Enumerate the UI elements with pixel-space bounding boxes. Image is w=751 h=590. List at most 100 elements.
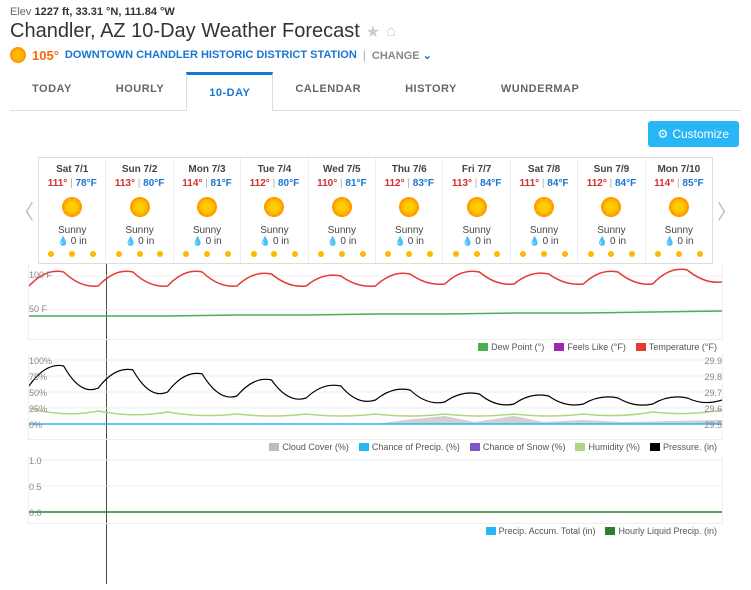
legend-item: Temperature (°F) xyxy=(636,342,717,352)
ytick: 0.0 xyxy=(29,508,42,518)
day-precip: 💧0 in xyxy=(648,236,710,247)
sun-icon xyxy=(395,193,423,221)
forecast-day[interactable]: Tue 7/4 112° | 80°F Sunny 💧0 in xyxy=(241,158,308,263)
sun-icon xyxy=(530,193,558,221)
customize-button[interactable]: ⚙ Customize xyxy=(648,121,739,147)
tab-today[interactable]: TODAY xyxy=(10,71,94,110)
ytick: 0% xyxy=(29,420,42,430)
raindrop-icon: 💧 xyxy=(260,236,271,247)
day-condition: Sunny xyxy=(513,225,575,236)
ytick: 100 F xyxy=(29,270,52,280)
tab-10day[interactable]: 10-DAY xyxy=(186,72,273,111)
forecast-day-row: Sat 7/1 111° | 78°F Sunny 💧0 in Sun 7/2 … xyxy=(38,157,713,264)
tab-hourly[interactable]: HOURLY xyxy=(94,71,186,110)
ytick: 29.9 xyxy=(704,356,722,366)
day-condition: Sunny xyxy=(176,225,238,236)
favorite-star-icon[interactable]: ★ xyxy=(366,22,380,42)
raindrop-icon: 💧 xyxy=(395,236,406,247)
sun-icon xyxy=(10,47,26,63)
day-condition: Sunny xyxy=(41,225,103,236)
day-temps: 113° | 80°F xyxy=(108,175,170,189)
day-temps: 111° | 78°F xyxy=(41,175,103,189)
legend-item: Chance of Snow (%) xyxy=(470,442,566,452)
sun-icon xyxy=(193,193,221,221)
home-icon[interactable]: ⌂ xyxy=(386,23,396,41)
current-temp: 105° xyxy=(32,48,59,63)
forecast-day[interactable]: Sun 7/9 112° | 84°F Sunny 💧0 in xyxy=(578,158,645,263)
hourly-dots xyxy=(176,251,238,257)
day-temps: 111° | 84°F xyxy=(513,175,575,189)
chart-humidity-pressure: 100% 75% 50% 25% 0% 29.9 29.8 29.7 29.6 … xyxy=(28,354,723,440)
legend-item: Cloud Cover (%) xyxy=(269,442,349,452)
forecast-day[interactable]: Sun 7/2 113° | 80°F Sunny 💧0 in xyxy=(106,158,173,263)
day-precip: 💧0 in xyxy=(445,236,507,247)
hourly-dots xyxy=(108,251,170,257)
hourly-dots xyxy=(580,251,642,257)
gear-icon: ⚙ xyxy=(658,127,669,141)
day-condition: Sunny xyxy=(445,225,507,236)
day-temps: 113° | 84°F xyxy=(445,175,507,189)
sun-icon xyxy=(58,193,86,221)
hourly-dots xyxy=(41,251,103,257)
station-link[interactable]: DOWNTOWN CHANDLER HISTORIC DISTRICT STAT… xyxy=(65,49,357,61)
hourly-dots xyxy=(648,251,710,257)
ytick: 0.5 xyxy=(29,482,42,492)
day-name: Sat 7/8 xyxy=(513,164,575,175)
day-precip: 💧0 in xyxy=(108,236,170,247)
ytick: 25% xyxy=(29,404,47,414)
raindrop-icon: 💧 xyxy=(327,236,338,247)
day-precip: 💧0 in xyxy=(243,236,305,247)
chart-temperature: 100 F 50 F xyxy=(28,264,723,340)
scroll-left-arrow[interactable]: 〈 xyxy=(10,196,38,225)
forecast-day[interactable]: Thu 7/6 112° | 83°F Sunny 💧0 in xyxy=(376,158,443,263)
chart3-legend: Precip. Accum. Total (in)Hourly Liquid P… xyxy=(28,524,723,538)
day-name: Sun 7/9 xyxy=(580,164,642,175)
tab-calendar[interactable]: CALENDAR xyxy=(273,71,383,110)
page-title: Chandler, AZ 10-Day Weather Forecast ★ ⌂ xyxy=(10,20,741,43)
forecast-day[interactable]: Mon 7/10 114° | 85°F Sunny 💧0 in xyxy=(646,158,712,263)
day-name: Tue 7/4 xyxy=(243,164,305,175)
day-precip: 💧0 in xyxy=(311,236,373,247)
day-precip: 💧0 in xyxy=(176,236,238,247)
raindrop-icon: 💧 xyxy=(664,236,675,247)
sun-icon xyxy=(597,193,625,221)
forecast-day[interactable]: Fri 7/7 113° | 84°F Sunny 💧0 in xyxy=(443,158,510,263)
sun-icon xyxy=(328,193,356,221)
legend-item: Dew Point (°) xyxy=(478,342,544,352)
forecast-day[interactable]: Sat 7/1 111° | 78°F Sunny 💧0 in xyxy=(39,158,106,263)
sun-icon xyxy=(260,193,288,221)
day-condition: Sunny xyxy=(311,225,373,236)
scroll-right-arrow[interactable]: 〉 xyxy=(713,196,741,225)
forecast-day[interactable]: Wed 7/5 110° | 81°F Sunny 💧0 in xyxy=(309,158,376,263)
forecast-day[interactable]: Mon 7/3 114° | 81°F Sunny 💧0 in xyxy=(174,158,241,263)
day-temps: 110° | 81°F xyxy=(311,175,373,189)
ytick: 75% xyxy=(29,372,47,382)
elevation-line: Elev 1227 ft, 33.31 °N, 111.84 °W xyxy=(10,6,741,18)
raindrop-icon: 💧 xyxy=(529,236,540,247)
tab-wundermap[interactable]: WUNDERMAP xyxy=(479,71,601,110)
raindrop-icon: 💧 xyxy=(192,236,203,247)
day-precip: 💧0 in xyxy=(513,236,575,247)
ytick: 100% xyxy=(29,356,52,366)
day-temps: 114° | 85°F xyxy=(648,175,710,189)
chart2-legend: Cloud Cover (%)Chance of Precip. (%)Chan… xyxy=(28,440,723,454)
ytick: 29.5 xyxy=(704,420,722,430)
raindrop-icon: 💧 xyxy=(125,236,136,247)
legend-item: Humidity (%) xyxy=(575,442,640,452)
day-precip: 💧0 in xyxy=(378,236,440,247)
day-name: Mon 7/10 xyxy=(648,164,710,175)
raindrop-icon: 💧 xyxy=(58,236,69,247)
forecast-day[interactable]: Sat 7/8 111° | 84°F Sunny 💧0 in xyxy=(511,158,578,263)
day-condition: Sunny xyxy=(648,225,710,236)
chart1-legend: Dew Point (°)Feels Like (°F)Temperature … xyxy=(28,340,723,354)
ytick: 50% xyxy=(29,388,47,398)
raindrop-icon: 💧 xyxy=(462,236,473,247)
tab-history[interactable]: HISTORY xyxy=(383,71,479,110)
ytick: 29.6 xyxy=(704,404,722,414)
change-station-link[interactable]: CHANGE ⌄ xyxy=(372,49,432,62)
day-name: Sun 7/2 xyxy=(108,164,170,175)
day-condition: Sunny xyxy=(378,225,440,236)
day-temps: 112° | 80°F xyxy=(243,175,305,189)
hourly-dots xyxy=(513,251,575,257)
sun-icon xyxy=(665,193,693,221)
